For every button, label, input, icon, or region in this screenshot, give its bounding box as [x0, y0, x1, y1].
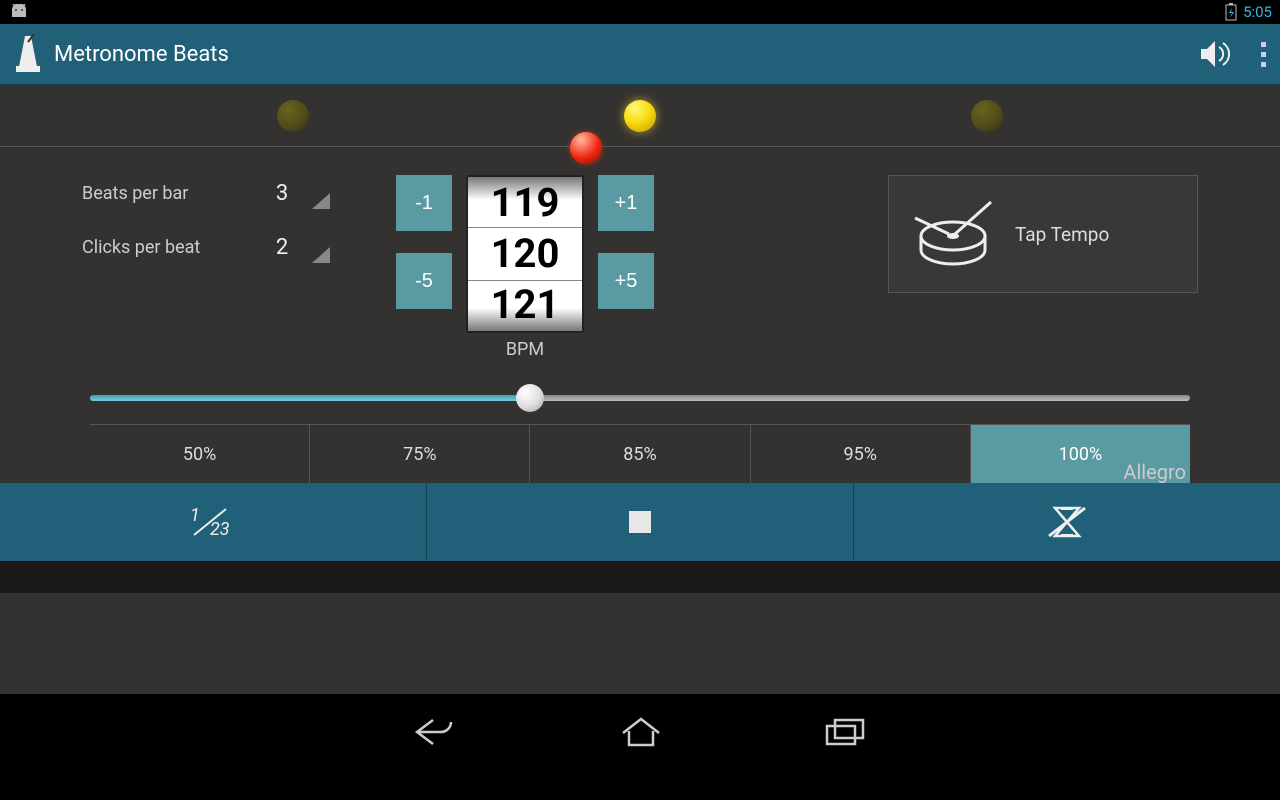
speaker-icon[interactable]	[1199, 39, 1233, 69]
tempo-controls: -1 -5 119 120 121 BPM +1 +5	[396, 175, 654, 360]
metronome-app-icon	[14, 34, 42, 74]
speed-percentage-row: 50% 75% 85% 95% 100%	[90, 424, 1190, 483]
content-footer-strip	[0, 561, 1280, 593]
settings-column: Beats per bar 3 Clicks per beat 2	[82, 175, 382, 283]
tempo-minus-5-button[interactable]: -5	[396, 253, 452, 309]
bpm-wheel[interactable]: 119 120 121	[466, 175, 584, 333]
tempo-slider[interactable]	[90, 384, 1190, 412]
bpm-next: 121	[491, 281, 560, 329]
beat-led	[277, 100, 309, 132]
nav-home-icon[interactable]	[619, 715, 663, 749]
android-nav-bar	[0, 694, 1280, 770]
stop-button[interactable]	[427, 483, 854, 561]
tempo-plus-1-button[interactable]: +1	[598, 175, 654, 231]
svg-text:1: 1	[190, 505, 200, 526]
tap-tempo-label: Tap Tempo	[1015, 223, 1109, 246]
speed-85-button[interactable]: 85%	[530, 425, 750, 483]
slider-fill	[90, 395, 530, 401]
tempo-minus-1-button[interactable]: -1	[396, 175, 452, 231]
tempo-plus-5-button[interactable]: +5	[598, 253, 654, 309]
overflow-menu-icon[interactable]	[1261, 42, 1266, 67]
stop-icon	[629, 511, 651, 533]
android-status-bar: 5:05	[0, 0, 1280, 24]
clicks-per-beat-label: Clicks per beat	[82, 237, 252, 258]
beats-per-bar-value: 3	[252, 181, 312, 206]
clicks-per-beat-spinner[interactable]	[312, 247, 330, 263]
nav-recent-icon[interactable]	[823, 716, 867, 748]
bpm-unit-label: BPM	[466, 339, 584, 360]
bpm-current: 120	[491, 230, 560, 278]
timer-disabled-button[interactable]	[854, 483, 1280, 561]
speed-75-button[interactable]: 75%	[310, 425, 530, 483]
android-head-icon	[8, 4, 30, 20]
bar-count-icon: 1 23	[186, 505, 240, 539]
beat-led	[624, 100, 656, 132]
speed-95-button[interactable]: 95%	[751, 425, 971, 483]
playback-bar: 1 23	[0, 483, 1280, 561]
battery-charging-icon	[1225, 3, 1237, 21]
app-title: Metronome Beats	[54, 42, 1199, 67]
nav-back-icon[interactable]	[413, 714, 459, 750]
bar-count-button[interactable]: 1 23	[0, 483, 427, 561]
beats-per-bar-spinner[interactable]	[312, 193, 330, 209]
beats-per-bar-label: Beats per bar	[82, 183, 252, 204]
app-bar: Metronome Beats	[0, 24, 1280, 86]
status-clock: 5:05	[1243, 3, 1272, 21]
slider-thumb[interactable]	[516, 384, 544, 412]
tap-tempo-button[interactable]: Tap Tempo	[888, 175, 1198, 293]
timer-off-icon	[1047, 504, 1087, 540]
bpm-prev: 119	[491, 179, 560, 227]
beat-led	[971, 100, 1003, 132]
drum-icon	[913, 196, 997, 272]
main-content: Beats per bar 3 Clicks per beat 2 -1 -5 …	[0, 86, 1280, 694]
beat-indicator-row[interactable]	[0, 86, 1280, 147]
pendulum-handle-icon[interactable]	[570, 132, 602, 164]
speed-50-button[interactable]: 50%	[90, 425, 310, 483]
tempo-italian-name: Allegro	[1123, 460, 1186, 484]
clicks-per-beat-value: 2	[252, 235, 312, 260]
svg-text:23: 23	[210, 519, 230, 539]
